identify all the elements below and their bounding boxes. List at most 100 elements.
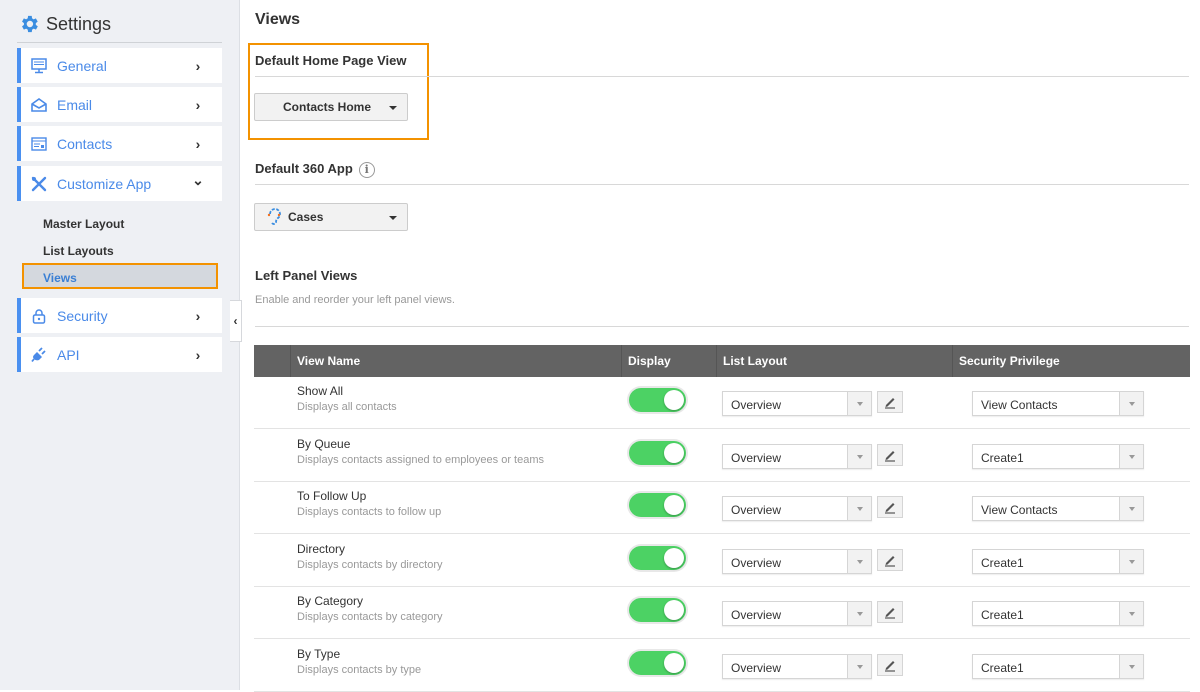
pencil-icon [885, 608, 895, 619]
edit-layout-button[interactable] [877, 601, 903, 623]
edit-layout-button[interactable] [877, 391, 903, 413]
security-privilege-select[interactable]: Create1 [972, 443, 1144, 469]
display-toggle[interactable] [629, 493, 686, 517]
display-toggle[interactable] [629, 545, 686, 570]
sidebar-item-customize-app[interactable]: Customize App ⌄ [17, 166, 222, 201]
chevron-right-icon: › [195, 346, 201, 363]
col-list-layout: List Layout [716, 345, 787, 377]
edit-layout-button[interactable] [877, 443, 903, 466]
subitem-views[interactable]: Views [22, 263, 218, 289]
chevron-down-icon: ⌄ [192, 172, 204, 188]
security-privilege-select[interactable]: Create1 [972, 548, 1144, 574]
select-arrow-icon [1119, 549, 1143, 573]
monitor-icon [31, 57, 47, 74]
display-toggle[interactable] [629, 440, 686, 465]
sidebar-item-api[interactable]: API › [17, 337, 222, 372]
chevron-right-icon: › [195, 135, 201, 152]
default-360-title: Default 360 App i [255, 161, 375, 178]
default-home-title: Default Home Page View [255, 53, 407, 68]
select-arrow-icon [847, 392, 871, 415]
caret-down-icon [389, 106, 397, 110]
table-row: Show All Displays all contacts Overview Vie… [254, 377, 1190, 429]
display-toggle[interactable] [629, 388, 686, 412]
sidebar-title: Settings [46, 13, 112, 34]
sidebar-item-label: Security [57, 307, 108, 324]
pencil-icon [885, 450, 895, 462]
view-name: By Queue [297, 436, 351, 451]
list-layout-select[interactable]: Overview [722, 548, 872, 574]
select-arrow-icon [847, 497, 871, 520]
col-display: Display [621, 345, 671, 377]
lock-icon [31, 308, 47, 324]
select-arrow-icon [1119, 602, 1143, 625]
select-value: Create1 [981, 608, 1024, 622]
info-icon[interactable]: i [358, 161, 375, 178]
subitem-list-layouts[interactable]: List Layouts [43, 244, 114, 258]
table-row: Directory Displays contacts by directory O… [254, 535, 1190, 587]
divider [255, 184, 1189, 185]
toggle-knob [664, 652, 684, 673]
page-title: Views [255, 11, 301, 28]
default-360-dropdown[interactable]: Cases [254, 203, 408, 231]
sidebar-item-email[interactable]: Email › [17, 87, 222, 122]
select-value: Overview [731, 450, 782, 465]
table-row: By Queue Displays contacts assigned to em… [254, 430, 1190, 482]
sidebar-item-label: API [57, 346, 80, 363]
toggle-knob [664, 600, 684, 620]
envelope-open-icon [31, 97, 47, 113]
list-layout-select[interactable]: Overview [722, 496, 872, 521]
select-arrow-icon [847, 602, 871, 625]
display-toggle[interactable] [629, 598, 686, 622]
subitem-label: Views [43, 271, 77, 285]
toggle-knob [664, 442, 684, 463]
select-arrow-icon [1119, 497, 1143, 520]
tools-icon [31, 176, 47, 192]
subitem-master-layout[interactable]: Master Layout [43, 217, 124, 231]
edit-layout-button[interactable] [877, 548, 903, 571]
sidebar-item-label: Email [57, 96, 93, 113]
view-description: Displays contacts assigned to employees … [297, 453, 545, 466]
select-value: Overview [731, 503, 782, 517]
view-name: By Category [297, 594, 364, 608]
sidebar-item-security[interactable]: Security › [17, 298, 222, 333]
edit-layout-button[interactable] [877, 653, 903, 676]
security-privilege-select[interactable]: View Contacts [972, 391, 1144, 416]
select-value: Overview [731, 608, 782, 622]
chevron-right-icon: › [195, 57, 201, 74]
pencil-icon [885, 503, 895, 514]
caret-down-icon [389, 216, 397, 220]
col-view-name: View Name [290, 345, 360, 377]
table-row: To Follow Up Displays contacts to follow … [254, 482, 1190, 534]
security-privilege-select[interactable]: Create1 [972, 601, 1144, 626]
list-layout-select[interactable]: Overview [722, 653, 872, 679]
ear-icon [267, 208, 281, 225]
view-name: Show All [297, 384, 344, 398]
default-home-dropdown[interactable]: Contacts Home [254, 93, 408, 121]
select-value: Overview [731, 398, 782, 412]
sidebar-item-contacts[interactable]: Contacts › [17, 126, 222, 161]
list-layout-select[interactable]: Overview [722, 601, 872, 626]
security-privilege-select[interactable]: Create1 [972, 653, 1144, 679]
select-value: View Contacts [981, 398, 1058, 412]
display-toggle[interactable] [629, 650, 686, 675]
view-name: Directory [297, 541, 346, 556]
view-name: To Follow Up [297, 489, 367, 503]
sidebar-item-label: Customize App [57, 175, 152, 192]
select-value: Overview [731, 555, 782, 570]
select-arrow-icon [1119, 654, 1143, 678]
toggle-knob [664, 390, 684, 410]
left-panel-title: Left Panel Views [255, 268, 358, 283]
view-description: Displays contacts to follow up [297, 506, 442, 518]
list-layout-select[interactable]: Overview [722, 443, 872, 469]
sidebar-item-general[interactable]: General › [17, 48, 222, 83]
select-arrow-icon [1119, 444, 1143, 468]
select-value: Create1 [981, 660, 1024, 675]
chevron-right-icon: › [195, 96, 201, 113]
edit-layout-button[interactable] [877, 496, 903, 518]
select-arrow-icon [1119, 392, 1143, 415]
select-arrow-icon [847, 444, 871, 468]
sidebar-item-label: Contacts [57, 135, 113, 152]
security-privilege-select[interactable]: View Contacts [972, 496, 1144, 521]
sidebar-item-label: General [57, 57, 107, 74]
list-layout-select[interactable]: Overview [722, 391, 872, 416]
